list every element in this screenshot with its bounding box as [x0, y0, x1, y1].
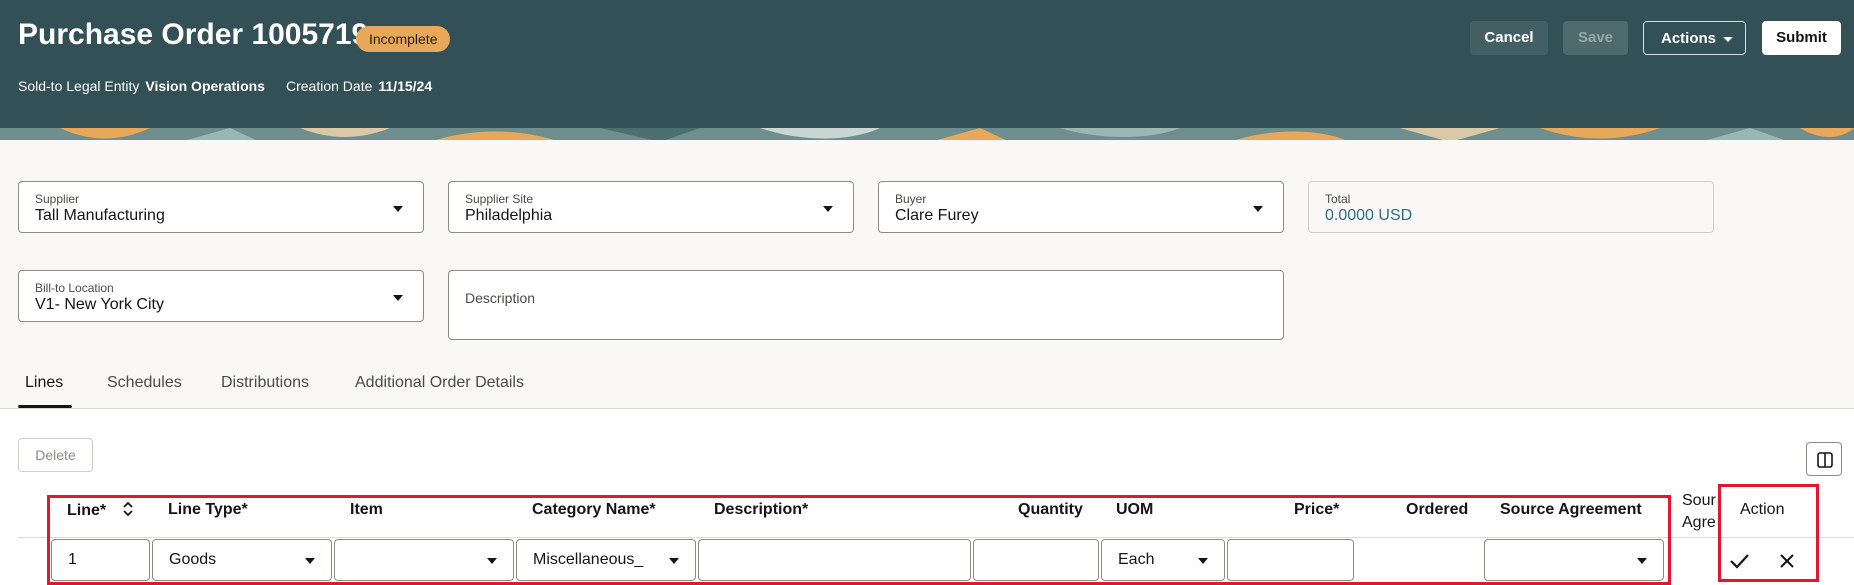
column-header-item: Item: [350, 501, 383, 518]
line-number-value: 1: [68, 551, 77, 568]
page-header: Purchase Order 1005719 Incomplete Sold-t…: [0, 0, 1854, 140]
delete-button[interactable]: Delete: [18, 438, 93, 472]
supplier-value: Tall Manufacturing: [35, 207, 165, 224]
column-header-uom: UOM: [1116, 501, 1154, 518]
tab-lines[interactable]: Lines: [25, 374, 63, 392]
sold-to-value: Vision Operations: [145, 78, 265, 94]
supplier-select[interactable]: Supplier Tall Manufacturing: [18, 181, 424, 233]
chevron-down-icon[interactable]: [305, 558, 315, 564]
column-header-quantity: Quantity: [1018, 501, 1083, 518]
bill-to-location-select[interactable]: Bill-to Location V1- New York City: [18, 270, 424, 322]
line-type-value: Goods: [169, 551, 217, 568]
description-label: Description: [465, 290, 536, 306]
column-header-category-name: Category Name*: [532, 501, 656, 518]
creation-date-label: Creation Date: [286, 78, 373, 94]
description-input[interactable]: [698, 539, 971, 581]
column-header-ordered: Ordered: [1406, 501, 1469, 518]
sold-to-legal-entity: Sold-to Legal Entity Vision Operations: [18, 78, 265, 94]
supplier-site-value: Philadelphia: [465, 207, 553, 224]
close-icon[interactable]: [1778, 552, 1796, 570]
save-button[interactable]: Save: [1563, 21, 1628, 55]
tab-schedules[interactable]: Schedules: [107, 374, 182, 392]
header-decorative-banner: [0, 128, 1854, 140]
buyer-value: Clare Furey: [895, 207, 979, 224]
sold-to-label: Sold-to Legal Entity: [18, 78, 140, 94]
chevron-down-icon[interactable]: [487, 558, 497, 564]
column-header-source-agreement: Source Agreement: [1500, 501, 1642, 518]
source-agreement-select[interactable]: [1484, 539, 1664, 581]
creation-date-value: 11/15/24: [378, 78, 433, 94]
chevron-down-icon[interactable]: [823, 206, 833, 212]
submit-button[interactable]: Submit: [1762, 21, 1841, 55]
sort-icon[interactable]: [121, 501, 135, 517]
source-line-header-part-2: Agre: [1682, 514, 1716, 531]
bill-to-label: Bill-to Location: [35, 281, 114, 295]
column-header-price: Price*: [1294, 501, 1340, 518]
column-header-line-type: Line Type*: [168, 501, 248, 518]
column-header-source-agreement-line: Sour Agre: [1682, 490, 1716, 534]
buyer-select[interactable]: Buyer Clare Furey: [878, 181, 1284, 233]
actions-label: Actions: [1661, 30, 1717, 47]
column-header-description: Description*: [714, 501, 809, 518]
category-name-select[interactable]: Miscellaneous_: [516, 539, 696, 581]
actions-menu-button[interactable]: Actions: [1643, 21, 1746, 55]
column-header-action: Action: [1740, 501, 1785, 518]
price-input[interactable]: [1227, 539, 1354, 581]
cancel-button[interactable]: Cancel: [1470, 21, 1548, 55]
source-line-header-part-1: Sour: [1682, 492, 1716, 509]
chevron-down-icon[interactable]: [393, 206, 403, 212]
checkmark-icon[interactable]: [1728, 550, 1750, 572]
total-display: Total 0.0000 USD: [1308, 181, 1714, 233]
page-title: Purchase Order 1005719: [18, 18, 369, 51]
total-value: 0.0000 USD: [1325, 207, 1413, 224]
creation-date: Creation Date 11/15/24: [286, 78, 432, 94]
tab-distributions[interactable]: Distributions: [221, 374, 309, 392]
buyer-label: Buyer: [895, 192, 927, 206]
quantity-input[interactable]: [973, 539, 1099, 581]
chevron-down-icon[interactable]: [669, 558, 679, 564]
header-row-divider: [18, 537, 1854, 538]
split-panel-icon: [1817, 452, 1833, 468]
supplier-site-select[interactable]: Supplier Site Philadelphia: [448, 181, 854, 233]
line-number-input[interactable]: 1: [51, 539, 150, 581]
uom-value: Each: [1118, 551, 1155, 568]
bill-to-value: V1- New York City: [35, 296, 164, 313]
description-field[interactable]: Description: [448, 270, 1284, 340]
tab-additional-order-details[interactable]: Additional Order Details: [355, 374, 524, 392]
column-header-line[interactable]: Line*: [67, 501, 135, 520]
uom-select[interactable]: Each: [1101, 539, 1225, 581]
chevron-down-icon: [1723, 37, 1733, 42]
supplier-site-label: Supplier Site: [465, 192, 534, 206]
chevron-down-icon[interactable]: [1198, 558, 1208, 564]
chevron-down-icon[interactable]: [1637, 558, 1647, 564]
supplier-label: Supplier: [35, 192, 80, 206]
column-panel-button[interactable]: [1806, 442, 1842, 476]
line-header-label: Line*: [67, 502, 107, 519]
chevron-down-icon[interactable]: [393, 295, 403, 301]
item-select[interactable]: [334, 539, 514, 581]
total-label: Total: [1325, 192, 1351, 206]
line-type-select[interactable]: Goods: [152, 539, 332, 581]
category-name-value: Miscellaneous_: [533, 551, 644, 568]
status-badge: Incomplete: [356, 26, 451, 52]
chevron-down-icon[interactable]: [1253, 206, 1263, 212]
